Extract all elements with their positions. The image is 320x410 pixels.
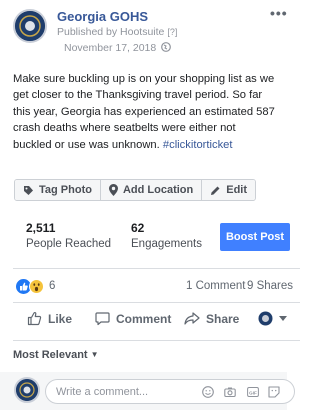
- hashtag-link[interactable]: #clickitorticket: [163, 139, 233, 151]
- tag-icon: [24, 185, 33, 195]
- caret-down-icon: ▼: [90, 350, 99, 359]
- post-text-line: get closer to the Thanksgiving travel pe…: [13, 89, 263, 102]
- post-text-last-line: buckled or use was unknown. #clickitorti…: [13, 137, 303, 153]
- edit-label: Edit: [226, 184, 248, 196]
- share-button[interactable]: Share: [184, 311, 239, 326]
- comment-bubble-icon: [95, 312, 110, 326]
- post-timestamp[interactable]: November 17, 2018: [64, 42, 172, 54]
- people-reached-value: 2,511: [26, 221, 56, 235]
- camera-icon[interactable]: [224, 386, 236, 398]
- post-header: Georgia GOHS Published by Hootsuite [?] …: [0, 0, 287, 64]
- caret-down-icon: [279, 315, 287, 321]
- pencil-icon: [211, 186, 220, 195]
- divider: [13, 268, 300, 269]
- boost-post-button[interactable]: Boost Post: [220, 223, 290, 251]
- add-location-button[interactable]: Add Location: [99, 180, 202, 200]
- divider: [13, 340, 300, 341]
- add-location-label: Add Location: [122, 184, 194, 196]
- comment-button[interactable]: Comment: [95, 311, 171, 326]
- publisher-text: Published by Hootsuite: [57, 26, 165, 38]
- people-reached-label: People Reached: [26, 238, 112, 250]
- post-as-selector[interactable]: [258, 311, 293, 326]
- share-label: Share: [206, 311, 240, 326]
- tag-photo-button[interactable]: Tag Photo: [15, 180, 100, 200]
- reactions-summary: 6 1 Comment 9 Shares: [14, 279, 293, 295]
- post-date-text[interactable]: November 17, 2018: [64, 42, 156, 54]
- engagement-bar: Like Comment Share: [0, 311, 287, 333]
- comment-composer: GIF: [0, 372, 295, 410]
- divider: [13, 302, 300, 303]
- tag-photo-label: Tag Photo: [39, 184, 92, 196]
- sticker-icon[interactable]: [268, 386, 280, 398]
- comment-count-link[interactable]: 1 Comment: [186, 280, 245, 292]
- wow-icon[interactable]: [29, 279, 44, 294]
- engagements-label: Engagements: [131, 238, 202, 250]
- reaction-count[interactable]: 6: [49, 280, 55, 292]
- emoji-icon[interactable]: [202, 386, 214, 398]
- post-text-line: this year, Georgia has experienced an es…: [13, 105, 275, 118]
- commenter-avatar: [14, 377, 40, 403]
- more-options-icon[interactable]: •••: [270, 5, 288, 21]
- publisher-info: Published by Hootsuite [?]: [57, 26, 177, 38]
- photo-actions: Tag Photo Add Location Edit: [14, 179, 257, 201]
- page-avatar-small-icon: [258, 311, 273, 326]
- page-avatar[interactable]: [13, 9, 47, 43]
- post-text-line: buckled or use was unknown.: [13, 138, 163, 151]
- share-arrow-icon: [184, 312, 200, 325]
- engagements-value: 62: [131, 221, 145, 235]
- comment-sort-label: Most Relevant: [13, 349, 88, 361]
- page-name-link[interactable]: Georgia GOHS: [57, 9, 148, 24]
- post-text-line: Make sure buckling up is on your shoppin…: [13, 73, 275, 85]
- globe-icon: [161, 42, 172, 52]
- thumbs-up-icon: [27, 312, 42, 326]
- post-message: Make sure buckling up is on your shoppin…: [13, 71, 303, 153]
- post-text-line: crash deaths where seatbelts were either…: [13, 122, 236, 135]
- publisher-help-icon[interactable]: [?]: [167, 27, 177, 37]
- comment-label: Comment: [116, 311, 172, 326]
- comment-sort-dropdown[interactable]: Most Relevant ▼: [13, 349, 99, 361]
- edit-button[interactable]: Edit: [201, 180, 256, 200]
- gif-icon[interactable]: GIF: [247, 386, 259, 398]
- svg-text:GIF: GIF: [249, 390, 257, 395]
- location-pin-icon: [108, 184, 118, 196]
- like-label: Like: [48, 311, 73, 326]
- like-button[interactable]: Like: [27, 311, 72, 326]
- share-count-link[interactable]: 9 Shares: [247, 280, 293, 292]
